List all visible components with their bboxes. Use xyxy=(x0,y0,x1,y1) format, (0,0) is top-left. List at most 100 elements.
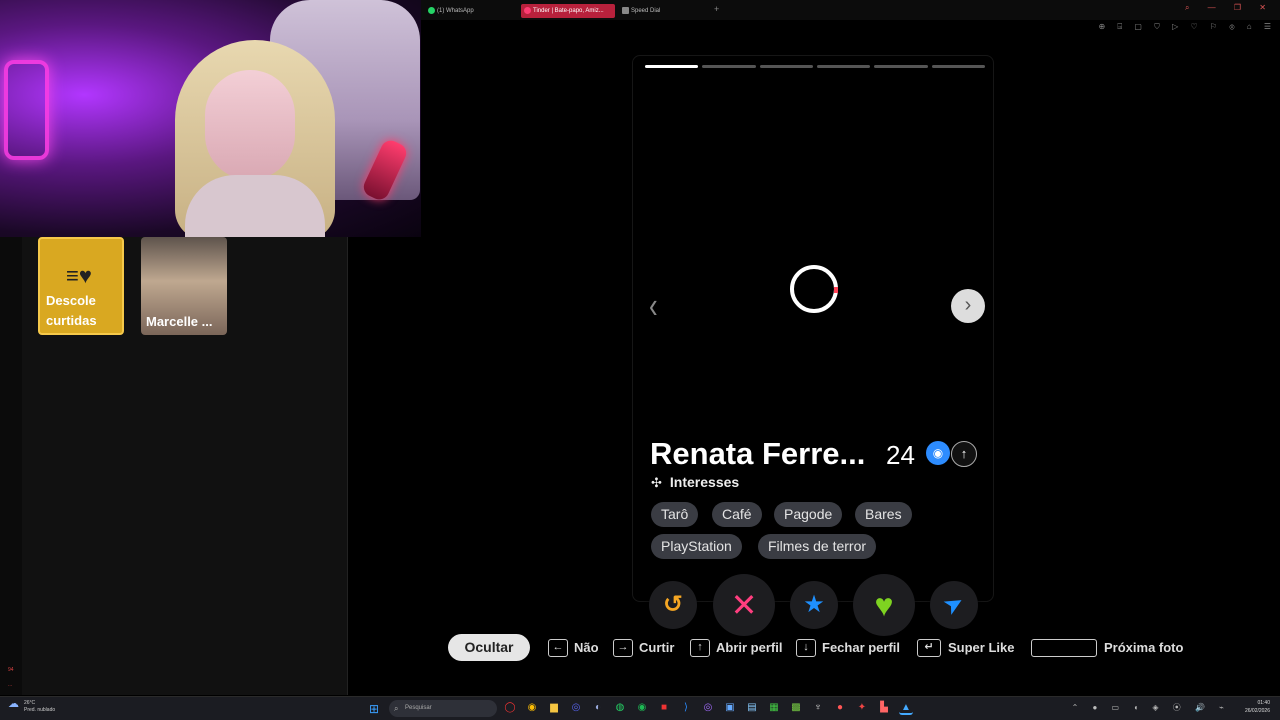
tab-speed-dial[interactable]: Speed Dial xyxy=(619,4,709,18)
rewind-button[interactable]: ↺ xyxy=(649,581,697,629)
heart-icon: ♥ xyxy=(874,587,894,623)
info-up-icon[interactable]: ↑ xyxy=(951,441,977,467)
browser-toolbar-icons[interactable]: ⊕ ⍈ ▢ ⛉ ▷ ♡ ⚐ ⦾ ⌂ ☰ xyxy=(1098,22,1276,32)
taskbar-clock[interactable]: 01:40 26/02/2026 xyxy=(1245,699,1270,715)
swipe-actions: ↺ ✕ ★ ♥ ➤ xyxy=(0,572,1280,636)
photo-progress-segment xyxy=(702,65,756,68)
search-icon: ⌕ xyxy=(394,704,399,713)
photo-progress xyxy=(645,65,985,69)
app-icon[interactable]: ■ xyxy=(657,701,671,715)
loading-spinner xyxy=(790,265,838,313)
shortcut-label: Não xyxy=(574,640,599,655)
vscode-icon[interactable]: ⟩ xyxy=(679,701,693,715)
app-icon[interactable]: ▙ xyxy=(877,701,891,715)
interests-title: Interesses xyxy=(669,474,740,490)
profile-age: 24 xyxy=(886,440,915,470)
hide-shortcuts-button[interactable]: Ocultar xyxy=(448,634,530,661)
boost-button[interactable]: ➤ xyxy=(930,581,978,629)
shortcut-label: Fechar perfil xyxy=(822,640,901,655)
spotify-icon[interactable]: ◉ xyxy=(635,701,649,715)
webcam-overlay xyxy=(0,0,421,237)
whatsapp-icon[interactable]: ◍ xyxy=(613,701,627,715)
tab-label: Tinder | Bate-papo, Amiz... xyxy=(533,8,604,14)
weather-desc: Pred. nublado xyxy=(24,707,56,713)
rewind-icon: ↺ xyxy=(662,591,684,618)
browser-tab-bar: (1) WhatsApp Tinder | Bate-papo, Amiz...… xyxy=(421,0,1280,20)
match-name: Marcelle ... xyxy=(146,314,213,329)
app-icon[interactable]: ✦ xyxy=(855,701,869,715)
interests-heading: ✣ Interesses xyxy=(651,474,739,491)
space-key xyxy=(1031,639,1097,657)
verified-camera-icon: ◉ xyxy=(926,441,950,465)
photo-progress-segment xyxy=(759,65,813,68)
system-tray[interactable]: ⌃ ● ▭ ◖ ◈ ⦿ 🔊 ⌁ xyxy=(1072,702,1230,713)
app-icon[interactable]: ▲ xyxy=(899,701,913,715)
speed-dial-icon xyxy=(622,7,629,14)
neon-sign xyxy=(4,60,49,160)
star-icon: ★ xyxy=(803,591,825,618)
left-arrow-key: ← xyxy=(548,639,568,657)
shortcut-label: Super Like xyxy=(948,640,1015,655)
weather-text: 26°C Pred. nublado xyxy=(24,700,55,714)
spinner-accent xyxy=(834,287,838,293)
interest-chip: Café xyxy=(712,502,762,527)
app-icon[interactable]: ▦ xyxy=(767,701,781,715)
close-icon: ✕ xyxy=(730,587,758,623)
chevron-right-icon[interactable]: › xyxy=(951,289,985,323)
streamer-body xyxy=(185,175,325,237)
photo-progress-segment xyxy=(874,65,928,68)
shortcut-label: Próxima foto xyxy=(1104,640,1184,655)
steam-icon[interactable]: ◐ xyxy=(591,701,605,715)
folder-icon[interactable]: ▆ xyxy=(547,701,561,715)
likes-card-label: Descole curtidas xyxy=(46,293,97,328)
whatsapp-icon xyxy=(428,7,435,14)
down-arrow-key: ↓ xyxy=(796,639,816,657)
profile-card[interactable]: ‹ › Renata Ferre... 24 ◉ ↑ ✣ Interesses T… xyxy=(632,55,994,602)
clock-date: 26/02/2026 xyxy=(1244,708,1270,714)
taskbar-search[interactable]: ⌕ Pesquisar xyxy=(389,700,497,717)
windows-taskbar: ☁ 26°C Pred. nublado ⊞ ⌕ Pesquisar ◯ ◉ ▆… xyxy=(0,696,1280,720)
interest-chip: Bares xyxy=(855,502,912,527)
cloud-icon: ☁ xyxy=(8,698,19,710)
tab-label: (1) WhatsApp xyxy=(437,8,474,14)
opera-icon[interactable]: ◯ xyxy=(503,701,517,715)
windows-start-icon[interactable]: ⊞ xyxy=(369,702,379,716)
obs-icon[interactable]: ◎ xyxy=(701,701,715,715)
up-arrow-key: ↑ xyxy=(690,639,710,657)
interest-chip: Pagode xyxy=(774,502,843,527)
app-icon[interactable]: ▩ xyxy=(789,701,803,715)
tab-tinder[interactable]: Tinder | Bate-papo, Amiz... xyxy=(521,4,615,18)
notepad-icon[interactable]: ▤ xyxy=(745,701,759,715)
tinder-flame-icon xyxy=(524,7,531,14)
tab-label: Speed Dial xyxy=(631,8,661,14)
match-card[interactable]: Marcelle ... xyxy=(141,237,227,335)
weather-temp: 26°C xyxy=(24,700,36,706)
shortcut-label: Curtir xyxy=(639,640,675,655)
photo-progress-segment xyxy=(816,65,871,68)
search-placeholder: Pesquisar xyxy=(405,705,432,711)
window-controls[interactable]: ⌕ — ❐ ✕ xyxy=(1185,3,1274,13)
double-heart-icon: ≡♥ xyxy=(66,263,92,288)
shortcut-label: Abrir perfil xyxy=(716,640,783,655)
profile-name: Renata Ferre... xyxy=(650,436,866,471)
interest-chip: Tarô xyxy=(651,502,699,527)
app-icon[interactable]: ● xyxy=(833,701,847,715)
app-icon[interactable]: ♆ xyxy=(811,701,825,715)
clock-time: 01:40 xyxy=(1257,700,1270,706)
strip-mark: 94 xyxy=(8,667,14,673)
discord-icon[interactable]: ◎ xyxy=(569,701,583,715)
chevron-left-icon[interactable]: ‹ xyxy=(649,284,658,327)
tab-whatsapp[interactable]: (1) WhatsApp xyxy=(425,4,517,18)
right-arrow-key: → xyxy=(613,639,633,657)
new-tab-button[interactable]: + xyxy=(714,4,719,14)
send-icon: ➤ xyxy=(938,587,970,622)
app-icon[interactable]: ▣ xyxy=(723,701,737,715)
enter-key: ↵ xyxy=(917,639,941,657)
likes-you-card[interactable]: ≡♥ Descole curtidas xyxy=(38,237,124,335)
nope-button[interactable]: ✕ xyxy=(713,574,775,636)
super-like-button[interactable]: ★ xyxy=(790,581,838,629)
like-button[interactable]: ♥ xyxy=(853,574,915,636)
interest-chip: Filmes de terror xyxy=(758,534,877,559)
chrome-icon[interactable]: ◉ xyxy=(525,701,539,715)
photo-progress-segment xyxy=(645,65,699,68)
